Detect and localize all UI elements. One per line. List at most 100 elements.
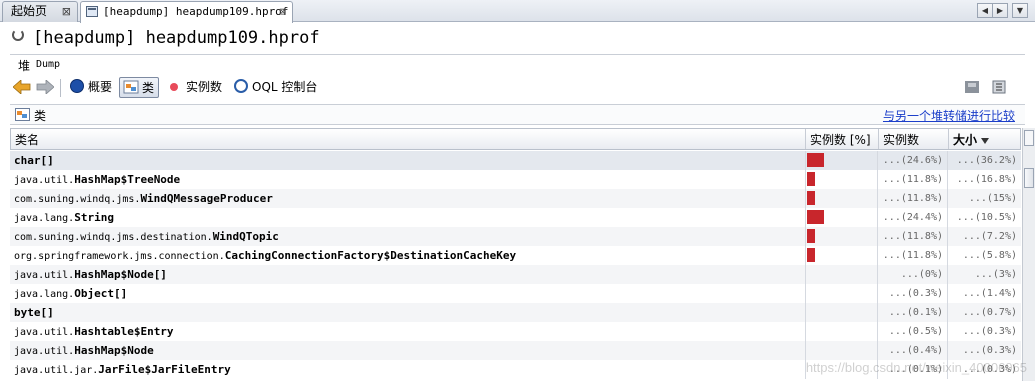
class-simple-name: CachingConnectionFactory$DestinationCach… <box>224 249 517 262</box>
scroll-up-icon[interactable] <box>1024 130 1034 146</box>
heap-label: 堆 <box>18 59 31 73</box>
instances-bar-cell <box>805 208 878 227</box>
table-row[interactable]: java.util.Hashtable$Entry ...(0.5%) ...(0.… <box>10 322 1021 341</box>
package-name: java.lang. <box>14 289 75 300</box>
instances-bar-cell <box>805 322 878 341</box>
table-row[interactable]: com.suning.windq.jms.WindQMessageProduce… <box>10 189 1021 208</box>
table-row[interactable]: java.lang.Object[] ...(0.3%) ...(1.4%) <box>10 284 1021 303</box>
class-simple-name: HashMap$TreeNode <box>74 173 181 186</box>
instances-cell: ...(0.1%) <box>878 303 948 322</box>
classes-icon <box>123 80 139 94</box>
table-body: char[] ...(24.6%) ...(36.2%) java.util.Hash… <box>10 151 1021 379</box>
class-simple-name: Hashtable$Entry <box>74 325 174 338</box>
instances-cell: ...(11.8%) <box>878 246 948 265</box>
tab-heapdump[interactable]: [heapdump] heapdump109.hprof ⊠ <box>80 1 293 23</box>
table-row[interactable]: java.lang.String ...(24.4%) ...(10.5%) <box>10 208 1021 227</box>
page-title: [heapdump] heapdump109.hprof <box>33 28 320 48</box>
column-header-instances-pct[interactable]: 实例数 [%] <box>806 129 879 149</box>
title-bar: [heapdump] heapdump109.hprof <box>0 23 1035 53</box>
section-title: 类 <box>34 109 47 123</box>
instances-bar-cell <box>805 227 878 246</box>
size-header-label: 大小 <box>953 133 978 147</box>
dump-label: Dump <box>36 59 61 70</box>
instances-bar-cell <box>805 170 878 189</box>
classes-table: 类名 实例数 [%] 实例数 大小 char[] ...(24.6%) ...(36… <box>10 128 1035 381</box>
instances-cell: ...(0.5%) <box>878 322 948 341</box>
tab-close-icon[interactable]: ⊠ <box>62 2 71 21</box>
package-name: org.springframework.jms.connection. <box>14 251 225 262</box>
instances-bar-cell <box>805 151 878 170</box>
classes-button[interactable]: 类 <box>119 77 159 98</box>
size-cell: ...(16.8%) <box>956 174 1017 185</box>
heapdump-icon <box>86 6 98 17</box>
table-row[interactable]: java.util.HashMap$Node[] ...(0%) ...(3%) <box>10 265 1021 284</box>
tab-scroll-right-icon[interactable]: ▶ <box>992 3 1008 18</box>
instances-cell: ...(0.4%) <box>878 341 948 360</box>
column-header-instances[interactable]: 实例数 <box>879 129 949 149</box>
vertical-scrollbar[interactable] <box>1022 128 1035 381</box>
size-cell: ...(0.3%) <box>962 326 1017 337</box>
class-name-cell: java.util.Hashtable$Entry <box>14 322 804 341</box>
settings-icon[interactable] <box>991 79 1007 95</box>
size-cell: ...(10.5%) <box>956 212 1017 223</box>
tab-close-icon[interactable]: ⊠ <box>279 2 286 21</box>
package-name: java.util. <box>14 327 75 338</box>
sort-descending-icon <box>981 137 990 144</box>
instances-bar <box>807 248 815 262</box>
save-heap-icon[interactable] <box>964 79 980 95</box>
table-row[interactable]: org.springframework.jms.connection.Cachi… <box>10 246 1021 265</box>
table-header: 类名 实例数 [%] 实例数 大小 <box>10 128 1021 150</box>
class-simple-name: Object[] <box>74 287 128 300</box>
instances-cell: ...(24.4%) <box>878 208 948 227</box>
instances-cell: ...(11.8%) <box>878 189 948 208</box>
classes-section-header: 类 与另一个堆转储进行比较 <box>10 104 1025 125</box>
tab-list-dropdown-icon[interactable]: ▼ <box>1012 3 1028 18</box>
instances-bar-cell <box>805 303 878 322</box>
compare-heap-dump-link[interactable]: 与另一个堆转储进行比较 <box>883 107 1015 124</box>
instances-cell: ...(0.3%) <box>878 284 948 303</box>
class-simple-name: WindQTopic <box>212 230 279 243</box>
table-row[interactable]: java.util.HashMap$Node ...(0.4%) ...(0.3%) <box>10 341 1021 360</box>
column-header-class-name[interactable]: 类名 <box>11 129 806 149</box>
class-simple-name: byte[] <box>14 306 54 319</box>
tab-label: [heapdump] heapdump109.hprof <box>103 5 289 18</box>
instances-button[interactable]: 实例数 <box>186 78 222 98</box>
classes-section-icon <box>15 108 30 121</box>
instances-dot-icon <box>170 83 178 91</box>
tab-scroll-left-icon[interactable]: ◀ <box>977 3 993 18</box>
instances-cell: ...(11.8%) <box>878 170 948 189</box>
size-cell: ...(3%) <box>974 269 1017 280</box>
instances-cell: ...(24.6%) <box>878 151 948 170</box>
oql-console-button[interactable]: OQL 控制台 <box>252 78 317 98</box>
class-name-cell: java.util.jar.JarFile$JarFileEntry <box>14 360 804 379</box>
toolbar-separator <box>60 79 61 97</box>
table-row[interactable]: char[] ...(24.6%) ...(36.2%) <box>10 151 1021 170</box>
package-name: java.util. <box>14 270 75 281</box>
size-cell: ...(15%) <box>968 193 1017 204</box>
tab-label: 起始页 <box>11 4 48 18</box>
tab-start-page[interactable]: 起始页 ⊠ <box>2 1 78 22</box>
instances-bar <box>807 172 815 186</box>
loading-spinner-icon <box>12 29 24 41</box>
class-name-cell: org.springframework.jms.connection.Cachi… <box>14 246 804 265</box>
class-simple-name: WindQMessageProducer <box>140 192 273 205</box>
class-name-cell: java.util.HashMap$TreeNode <box>14 170 804 189</box>
package-name: java.lang. <box>14 213 75 224</box>
view-toolbar: 概要 类 实例数 OQL 控制台 <box>10 76 1025 101</box>
summary-button[interactable]: 概要 <box>88 78 112 98</box>
class-name-cell: java.lang.String <box>14 208 804 227</box>
instances-cell: ...(0%) <box>878 265 948 284</box>
class-simple-name: JarFile$JarFileEntry <box>98 363 231 376</box>
instances-bar <box>807 191 815 205</box>
oql-icon <box>234 79 248 93</box>
scrollbar-thumb[interactable] <box>1024 168 1034 188</box>
column-header-size[interactable]: 大小 <box>949 129 1020 149</box>
class-name-cell: java.util.HashMap$Node[] <box>14 265 804 284</box>
table-row[interactable]: java.util.HashMap$TreeNode ...(11.8%) ...(… <box>10 170 1021 189</box>
size-cell: ...(0.3%) <box>962 345 1017 356</box>
table-row[interactable]: com.suning.windq.jms.destination.WindQTo… <box>10 227 1021 246</box>
back-arrow-icon[interactable] <box>13 80 31 94</box>
class-name-cell: byte[] <box>14 303 804 322</box>
forward-arrow-icon[interactable] <box>36 80 54 94</box>
table-row[interactable]: byte[] ...(0.1%) ...(0.7%) <box>10 303 1021 322</box>
